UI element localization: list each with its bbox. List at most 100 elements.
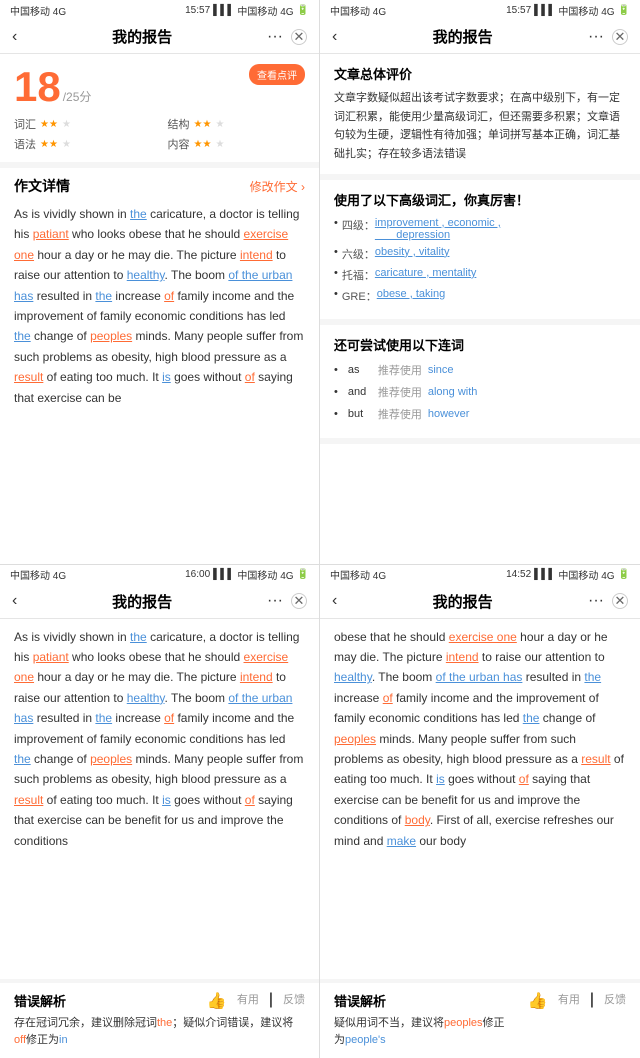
error-the-3: the xyxy=(14,329,31,343)
score-total: /25分 xyxy=(63,88,92,105)
vocab-list: • 四级： improvement , economic , depressio… xyxy=(334,217,626,304)
connector-item-but: • but 推荐使用 however xyxy=(334,406,626,422)
error-the-3-2: the xyxy=(95,711,112,725)
back-button-1[interactable]: ‹ xyxy=(12,28,17,46)
vocab-words-gre: obese , taking xyxy=(377,288,626,300)
error-the-4-2: the xyxy=(523,711,540,725)
close-button-3[interactable]: ✕ xyxy=(291,593,307,609)
essay-section-header: 作文详情 修改作文 › xyxy=(0,168,319,200)
vocab-stars: ★★ xyxy=(40,119,58,130)
battery-icon-4: 🔋 xyxy=(618,569,630,580)
close-button-2[interactable]: ✕ xyxy=(612,29,628,45)
status-bar-right-2: 15:57 ▌▌▌ 中国移动 4G 🔋 xyxy=(506,3,630,18)
time-1: 15:57 xyxy=(185,5,210,16)
thumb-up-icon-3: 👍 xyxy=(207,991,227,1011)
essay-text-4: obese that he should exercise one hour a… xyxy=(334,630,624,848)
vocab-level-4: 四级： xyxy=(342,217,375,233)
error-of-urban-4: of the urban has xyxy=(436,670,523,684)
modify-essay-button[interactable]: 修改作文 › xyxy=(250,178,305,195)
error-highlight-peoples-4: peoples xyxy=(444,1017,483,1029)
back-button-2[interactable]: ‹ xyxy=(332,28,337,46)
carrier-right-4: 中国移动 4G xyxy=(558,567,614,582)
error-is-4: is xyxy=(436,772,445,786)
error-the-3-1: the xyxy=(130,630,147,644)
battery-icon-2: 🔋 xyxy=(618,5,630,16)
vocab-bullet-4: • xyxy=(334,217,338,229)
more-button-4[interactable]: ··· xyxy=(588,592,604,610)
error-is: is xyxy=(162,370,171,384)
close-button-4[interactable]: ✕ xyxy=(612,593,628,609)
phone-3: 中国移动 4G 16:00 ▌▌▌ 中国移动 4G 🔋 ‹ 我的报告 ··· ✕… xyxy=(0,565,320,1058)
error-intend-4: intend xyxy=(446,650,479,664)
error-highlight-the-3: the xyxy=(157,1017,172,1029)
review-button[interactable]: 查看点评 xyxy=(249,64,305,85)
vocab-level-toefl: 托福： xyxy=(342,267,375,283)
error-the-4-1: the xyxy=(584,670,601,684)
back-button-3[interactable]: ‹ xyxy=(12,592,17,610)
overall-review-section: 文章总体评价 文章字数疑似超出该考试字数要求；在高中级别下，有一定词汇积累，能使… xyxy=(320,54,640,180)
error-actions-3: 👍 有用 | 反馈 xyxy=(207,991,305,1011)
vocab-section-title: 使用了以下高级词汇，你真厉害！ xyxy=(334,190,626,209)
error-healthy: healthy xyxy=(127,268,165,282)
nav-bar-4: ‹ 我的报告 ··· ✕ xyxy=(320,585,640,619)
battery-icon-3: 🔋 xyxy=(297,569,309,580)
score-number: 18 xyxy=(14,66,61,108)
nav-bar-1: ‹ 我的报告 ··· ✕ xyxy=(0,20,319,54)
more-button-1[interactable]: ··· xyxy=(267,28,283,46)
connector-list: • as 推荐使用 since • and 推荐使用 along with • … xyxy=(334,362,626,422)
error-of-3: of xyxy=(164,711,174,725)
error-the-1: the xyxy=(130,207,147,221)
carrier-left-3: 中国移动 4G xyxy=(10,567,66,582)
connector-section-title: 还可尝试使用以下连词 xyxy=(334,335,626,354)
close-button-1[interactable]: ✕ xyxy=(291,29,307,45)
essay-content-1: As is vividly shown in the caricature, a… xyxy=(0,200,319,564)
vocab-bullet-toefl: • xyxy=(334,267,338,279)
status-bar-4: 中国移动 4G 14:52 ▌▌▌ 中国移动 4G 🔋 xyxy=(320,565,640,585)
error-healthy-4: healthy xyxy=(334,670,372,684)
useful-button-4[interactable]: 有用 xyxy=(558,991,580,1011)
grammar-label: 语法 xyxy=(14,136,36,152)
overall-review-title: 文章总体评价 xyxy=(334,64,626,83)
nav-actions-2: ··· ✕ xyxy=(588,28,628,46)
feedback-button-3[interactable]: 反馈 xyxy=(283,991,305,1011)
content-stars: ★★ xyxy=(194,139,212,150)
connector-item-and: • and 推荐使用 along with xyxy=(334,384,626,400)
carrier-right-3: 中国移动 4G xyxy=(237,567,293,582)
error-divider-3: | xyxy=(269,991,273,1011)
more-button-2[interactable]: ··· xyxy=(588,28,604,46)
status-bar-left-1: 中国移动 4G xyxy=(10,3,66,18)
signal-icon-4: ▌▌▌ xyxy=(534,569,555,580)
error-result-4: result xyxy=(581,752,610,766)
vocab-label: 词汇 xyxy=(14,116,36,132)
feedback-button-4[interactable]: 反馈 xyxy=(604,991,626,1011)
error-healthy-3: healthy xyxy=(127,691,165,705)
error-of-4-2: of xyxy=(519,772,529,786)
phone-2: 中国移动 4G 15:57 ▌▌▌ 中国移动 4G 🔋 ‹ 我的报告 ··· ✕… xyxy=(320,0,640,565)
nav-title-3: 我的报告 xyxy=(112,591,172,612)
connector-recommend-but: 推荐使用 xyxy=(378,406,422,422)
connector-section: 还可尝试使用以下连词 • as 推荐使用 since • and 推荐使用 al… xyxy=(320,325,640,444)
time-4: 14:52 xyxy=(506,569,531,580)
connector-recommend-as: 推荐使用 xyxy=(378,362,422,378)
essay-content-4: obese that he should exercise one hour a… xyxy=(320,619,640,979)
time-3: 16:00 xyxy=(185,569,210,580)
useful-button-3[interactable]: 有用 xyxy=(237,991,259,1011)
grammar-stars: ★★ xyxy=(40,139,58,150)
error-divider-4: | xyxy=(590,991,594,1011)
status-bar-1: 中国移动 4G 15:57 ▌▌▌ 中国移动 4G 🔋 xyxy=(0,0,319,20)
back-button-4[interactable]: ‹ xyxy=(332,592,337,610)
content-label: 内容 xyxy=(168,136,190,152)
error-text-4: 疑似用词不当，建议将peoples修正为people's xyxy=(334,1015,626,1050)
more-button-3[interactable]: ··· xyxy=(267,592,283,610)
content-score: 内容 ★★★ xyxy=(168,136,306,152)
essay-section-title: 作文详情 xyxy=(14,176,70,196)
error-body: body xyxy=(405,813,430,827)
error-is-3: is xyxy=(162,793,171,807)
error-header-3: 错误解析 👍 有用 | 反馈 xyxy=(14,991,305,1011)
status-bar-3: 中国移动 4G 16:00 ▌▌▌ 中国移动 4G 🔋 xyxy=(0,565,319,585)
error-intend: intend xyxy=(240,248,273,262)
connector-word-as: as xyxy=(348,364,372,376)
nav-actions-4: ··· ✕ xyxy=(588,592,628,610)
vocab-words-4: improvement , economic , depression xyxy=(375,217,626,241)
error-peoples-3: peoples xyxy=(90,752,132,766)
